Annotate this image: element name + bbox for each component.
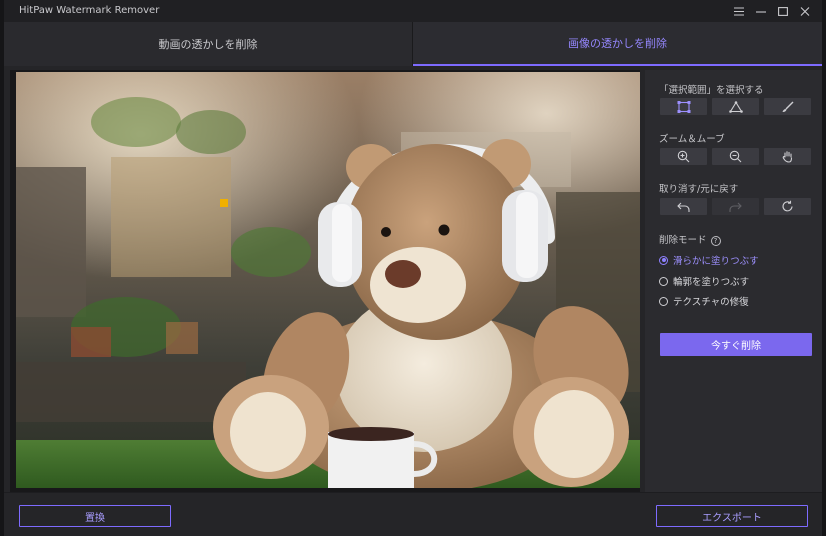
tab-remove-image-watermark[interactable]: 画像の透かしを削除 <box>413 22 822 66</box>
window-controls <box>728 2 816 20</box>
close-icon[interactable] <box>794 2 816 20</box>
menu-icon[interactable] <box>728 2 750 20</box>
undo-tools-row <box>660 198 811 215</box>
remove-mode-label: 削除モード <box>659 235 707 246</box>
replace-button[interactable]: 置換 <box>19 505 171 527</box>
tab-remove-video-watermark[interactable]: 動画の透かしを削除 <box>4 22 413 66</box>
zoom-in-icon <box>677 150 690 163</box>
mode-option-label: テクスチャの修復 <box>673 297 749 308</box>
zoom-out-icon <box>729 150 742 163</box>
export-button[interactable]: エクスポート <box>656 505 808 527</box>
title-bar: HitPaw Watermark Remover <box>4 0 822 22</box>
zoom-in-button[interactable] <box>660 148 707 165</box>
reset-icon <box>782 200 793 212</box>
redo-icon <box>729 202 742 212</box>
footer-bar: 置換 エクスポート <box>4 492 822 536</box>
zoom-move-label: ズーム＆ムーブ <box>659 134 725 145</box>
hand-move-icon <box>782 151 793 163</box>
radio-selected-icon <box>659 255 668 265</box>
mode-option-texture-repair[interactable]: テクスチャの修復 <box>659 294 749 308</box>
mode-tabs: 動画の透かしを削除 画像の透かしを削除 <box>4 22 822 66</box>
brush-button[interactable] <box>764 98 811 115</box>
help-icon[interactable]: ? <box>710 235 721 246</box>
selection-handle[interactable] <box>220 199 228 207</box>
rectangle-select-button[interactable] <box>660 98 707 115</box>
undo-button[interactable] <box>660 198 707 215</box>
maximize-icon[interactable] <box>772 2 794 20</box>
polygon-lasso-icon <box>728 100 743 113</box>
image-canvas[interactable] <box>10 70 640 492</box>
hand-move-button[interactable] <box>764 148 811 165</box>
app-title: HitPaw Watermark Remover <box>19 5 160 16</box>
photo-teddy-bear-with-headphones[interactable] <box>16 72 640 488</box>
app-window: HitPaw Watermark Remover 動画の透かしを削除 画像の透か… <box>4 0 822 536</box>
undo-redo-label: 取り消す/元に戻す <box>659 184 739 195</box>
select-tools-row <box>660 98 811 115</box>
zoom-tools-row <box>660 148 811 165</box>
radio-unselected-icon <box>659 296 668 306</box>
rectangle-select-icon <box>677 100 690 113</box>
remove-mode-heading: 削除モード? <box>659 232 721 246</box>
undo-icon <box>677 202 690 212</box>
window-right-edge <box>822 0 826 536</box>
reset-button[interactable] <box>764 198 811 215</box>
redo-button[interactable] <box>712 198 759 215</box>
tools-panel: 「選択範囲」を選択する ズーム＆ムーブ 取り消す/元に戻す 削除モード ? 滑ら… <box>645 70 822 492</box>
brush-icon <box>782 101 793 112</box>
mode-option-label: 輪郭を塗りつぶす <box>673 277 750 288</box>
mode-option-smooth-fill[interactable]: 滑らかに塗りつぶす <box>659 253 759 267</box>
remove-now-button[interactable]: 今すぐ削除 <box>660 333 812 356</box>
mode-option-label: 滑らかに塗りつぶす <box>673 256 759 267</box>
radio-unselected-icon <box>659 276 668 286</box>
minimize-icon[interactable] <box>750 2 772 20</box>
zoom-out-button[interactable] <box>712 148 759 165</box>
mode-option-edge-fill[interactable]: 輪郭を塗りつぶす <box>659 274 749 288</box>
select-area-label: 「選択範囲」を選択する <box>659 85 764 96</box>
polygon-lasso-button[interactable] <box>712 98 759 115</box>
